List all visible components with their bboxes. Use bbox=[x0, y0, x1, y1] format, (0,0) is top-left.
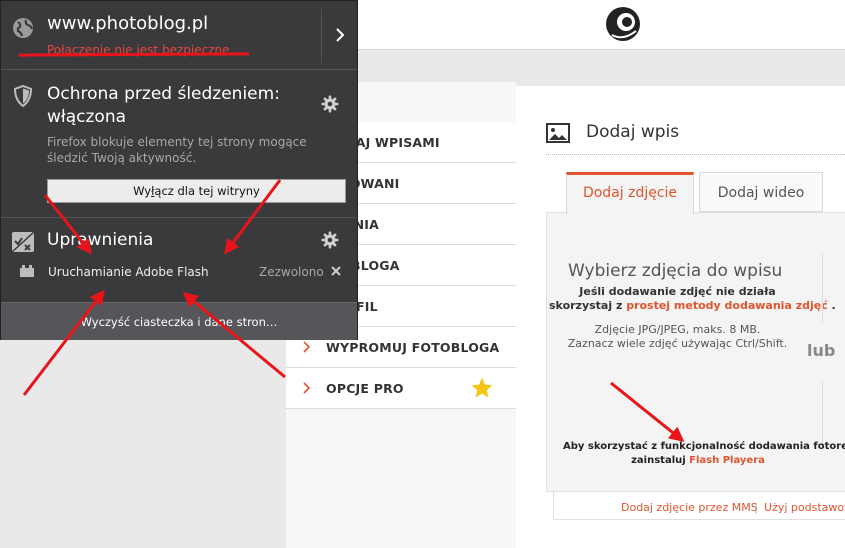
simple-upload-link[interactable]: prostej metody dodawania zdjęć bbox=[626, 299, 828, 312]
clear-cookies-button[interactable]: Wyczyść ciasteczka i dane stron… bbox=[1, 302, 357, 340]
upload-hint-text: skorzystaj z bbox=[549, 299, 627, 312]
flash-install-message: zainstaluj Flash Playera bbox=[563, 455, 833, 466]
image-icon bbox=[546, 123, 570, 143]
upload-hint: Jeśli dodawanie zdjęć nie działa bbox=[579, 285, 776, 298]
close-icon[interactable] bbox=[330, 265, 342, 277]
chevron-right-icon bbox=[336, 28, 345, 42]
file-format-info: Zdjęcie JPG/JPEG, maks. 8 MB. bbox=[594, 323, 761, 336]
permissions-icon bbox=[11, 231, 35, 253]
menu-item-label: WYPROMUJ FOTOBLOGA bbox=[326, 340, 500, 355]
button-label-part: Wy bbox=[133, 184, 152, 198]
plugin-icon bbox=[20, 265, 34, 277]
gear-icon[interactable] bbox=[321, 95, 339, 113]
permissions-title: Uprawnienia bbox=[47, 230, 154, 250]
permission-state: Zezwolono bbox=[259, 265, 324, 279]
flash-install-text: zainstaluj bbox=[631, 455, 690, 466]
or-separator: lub bbox=[807, 341, 836, 360]
globe-icon bbox=[13, 18, 34, 38]
tab-add-video[interactable]: Dodaj wideo bbox=[699, 172, 823, 212]
site-identity-popup: www.photoblog.pl Połączenie nie jest bez… bbox=[0, 0, 358, 340]
permission-name: Uruchamianie Adobe Flash bbox=[48, 265, 209, 279]
star-icon bbox=[471, 377, 493, 398]
photoblog-logo-icon[interactable] bbox=[604, 5, 642, 43]
disable-for-site-button[interactable]: Wyłącz dla tej witryny bbox=[47, 179, 346, 203]
page-title: Dodaj wpis bbox=[586, 122, 680, 142]
chevron-right-icon bbox=[303, 341, 311, 353]
shield-icon bbox=[13, 85, 33, 107]
chevron-right-icon bbox=[303, 382, 311, 394]
alternative-upload-links: Dodaj zdjęcie przez MMS | Użyj podstawow bbox=[553, 492, 845, 520]
gear-icon[interactable] bbox=[321, 231, 339, 249]
upload-title: Wybierz zdjęcia do wpisu bbox=[568, 261, 783, 281]
connection-details-button[interactable] bbox=[321, 9, 357, 63]
site-host: www.photoblog.pl bbox=[47, 13, 209, 34]
menu-item-label: OPCJE PRO bbox=[326, 381, 404, 396]
upload-hint-text: . bbox=[827, 299, 836, 312]
upload-hint-simple: skorzystaj z prostej metody dodawania zd… bbox=[549, 299, 836, 313]
multi-select-info: Zaznacz wiele zdjęć używając Ctrl/Shift. bbox=[567, 337, 788, 350]
add-post-panel: Dodaj wpis Dodaj zdjęcie Dodaj wideo Wyb… bbox=[516, 86, 845, 548]
basic-upload-link[interactable]: Użyj podstawow bbox=[764, 501, 845, 514]
connection-section: www.photoblog.pl Połączenie nie jest bez… bbox=[1, 1, 357, 70]
divider bbox=[546, 154, 845, 155]
mms-upload-link[interactable]: Dodaj zdjęcie przez MMS bbox=[621, 501, 758, 514]
divider bbox=[822, 253, 823, 323]
button-label-part: ącz dla tej witryny bbox=[154, 184, 260, 198]
flash-required-message: Aby skorzystać z funkcjonalność dodawani… bbox=[563, 441, 845, 452]
photo-upload-area[interactable]: Wybierz zdjęcia do wpisu Jeśli dodawanie… bbox=[546, 212, 845, 492]
link-separator: | bbox=[754, 501, 758, 514]
flash-player-link[interactable]: Flash Playera bbox=[689, 455, 765, 466]
tracking-protection-description: Firefox blokuje elementy tej strony mogą… bbox=[47, 135, 307, 165]
menu-item-pro-options[interactable]: OPCJE PRO bbox=[286, 368, 516, 409]
tracking-protection-title: Ochrona przed śledzeniem: włączona bbox=[47, 84, 280, 127]
tab-add-photo[interactable]: Dodaj zdjęcie bbox=[566, 172, 694, 214]
